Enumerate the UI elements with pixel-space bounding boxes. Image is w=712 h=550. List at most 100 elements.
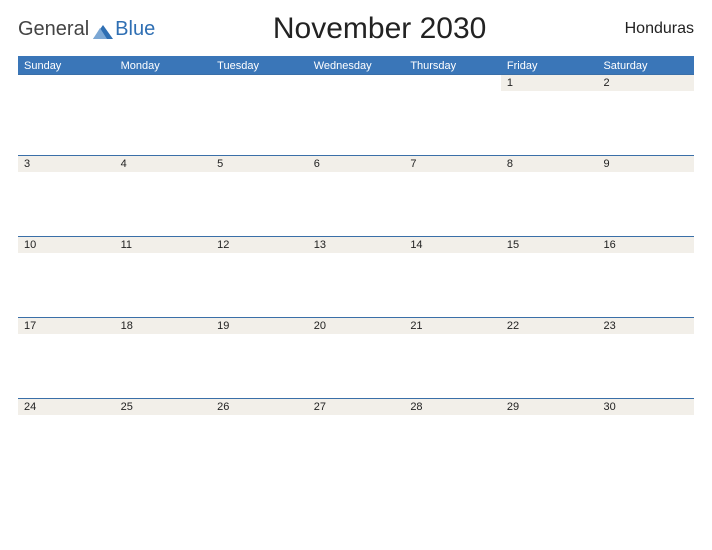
calendar-cell [211, 75, 308, 155]
cell-body [115, 75, 212, 155]
day-number: 16 [603, 239, 688, 253]
page-title: November 2030 [155, 12, 604, 46]
cell-body [501, 91, 598, 155]
day-number: 24 [24, 401, 109, 415]
cell-body [18, 172, 115, 236]
cell-body [308, 253, 405, 317]
day-header: Tuesday [211, 58, 308, 74]
calendar-cell: 12 [211, 237, 308, 317]
day-number: 8 [507, 158, 592, 172]
cell-body [404, 253, 501, 317]
day-number: 3 [24, 158, 109, 172]
day-number: 18 [121, 320, 206, 334]
cell-body [115, 415, 212, 479]
day-header: Monday [115, 58, 212, 74]
calendar-week: 10 11 12 13 14 15 16 [18, 236, 694, 317]
day-number: 9 [603, 158, 688, 172]
cell-body [211, 415, 308, 479]
day-number: 21 [410, 320, 495, 334]
calendar-cell: 11 [115, 237, 212, 317]
day-number: 7 [410, 158, 495, 172]
cell-body [308, 75, 405, 155]
calendar-cell: 27 [308, 399, 405, 479]
calendar-cell: 17 [18, 318, 115, 398]
cell-body [211, 253, 308, 317]
cell-body [18, 415, 115, 479]
cell-body [597, 253, 694, 317]
cell-body [404, 172, 501, 236]
day-header: Sunday [18, 58, 115, 74]
calendar-cell: 13 [308, 237, 405, 317]
calendar-cell: 4 [115, 156, 212, 236]
day-number: 14 [410, 239, 495, 253]
day-number: 27 [314, 401, 399, 415]
calendar-cell: 9 [597, 156, 694, 236]
day-number: 19 [217, 320, 302, 334]
calendar-cell: 22 [501, 318, 598, 398]
calendar-cell: 25 [115, 399, 212, 479]
calendar-cell [18, 75, 115, 155]
calendar-cell: 24 [18, 399, 115, 479]
cell-body [404, 75, 501, 155]
calendar-week: 17 18 19 20 21 22 23 [18, 317, 694, 398]
day-number: 4 [121, 158, 206, 172]
calendar-grid: Sunday Monday Tuesday Wednesday Thursday… [18, 56, 694, 479]
calendar-cell: 18 [115, 318, 212, 398]
calendar-cell: 29 [501, 399, 598, 479]
day-header-row: Sunday Monday Tuesday Wednesday Thursday… [18, 56, 694, 74]
cell-body [115, 334, 212, 398]
calendar-cell: 2 [597, 75, 694, 155]
cell-body [211, 172, 308, 236]
calendar-header: General Blue November 2030 Honduras [18, 12, 694, 46]
day-number: 26 [217, 401, 302, 415]
cell-body [501, 334, 598, 398]
calendar-cell: 5 [211, 156, 308, 236]
cell-body [501, 172, 598, 236]
cell-body [308, 415, 405, 479]
cell-body [597, 91, 694, 155]
day-number: 12 [217, 239, 302, 253]
day-number: 10 [24, 239, 109, 253]
calendar-cell: 10 [18, 237, 115, 317]
cell-body [597, 415, 694, 479]
calendar-week: 3456789 [18, 155, 694, 236]
calendar-cell: 1 [501, 75, 598, 155]
calendar-cell: 26 [211, 399, 308, 479]
cell-body [597, 334, 694, 398]
logo-text-general: General [18, 18, 89, 41]
day-number: 25 [121, 401, 206, 415]
day-number: 1 [507, 77, 592, 91]
cell-body [115, 172, 212, 236]
day-number: 29 [507, 401, 592, 415]
cell-body [501, 415, 598, 479]
calendar-cell: 28 [404, 399, 501, 479]
day-header: Wednesday [308, 58, 405, 74]
cell-body [308, 334, 405, 398]
country-label: Honduras [604, 20, 694, 38]
calendar-cell: 20 [308, 318, 405, 398]
day-number: 22 [507, 320, 592, 334]
calendar-week: 24 25 26 27 28 29 30 [18, 398, 694, 479]
logo: General Blue [18, 18, 155, 41]
calendar-cell: 6 [308, 156, 405, 236]
cell-body [308, 172, 405, 236]
cell-body [211, 75, 308, 155]
logo-text-blue: Blue [115, 18, 155, 41]
logo-icon [93, 22, 113, 36]
cell-body [18, 253, 115, 317]
calendar-cell: 30 [597, 399, 694, 479]
calendar-week: 12 [18, 74, 694, 155]
calendar-cell: 21 [404, 318, 501, 398]
day-number: 30 [603, 401, 688, 415]
day-number: 13 [314, 239, 399, 253]
day-header: Saturday [597, 58, 694, 74]
calendar-cell: 15 [501, 237, 598, 317]
day-header: Thursday [404, 58, 501, 74]
day-number: 20 [314, 320, 399, 334]
calendar-cell [308, 75, 405, 155]
calendar-cell: 3 [18, 156, 115, 236]
day-number: 23 [603, 320, 688, 334]
calendar-cell: 23 [597, 318, 694, 398]
day-number: 15 [507, 239, 592, 253]
cell-body [404, 334, 501, 398]
